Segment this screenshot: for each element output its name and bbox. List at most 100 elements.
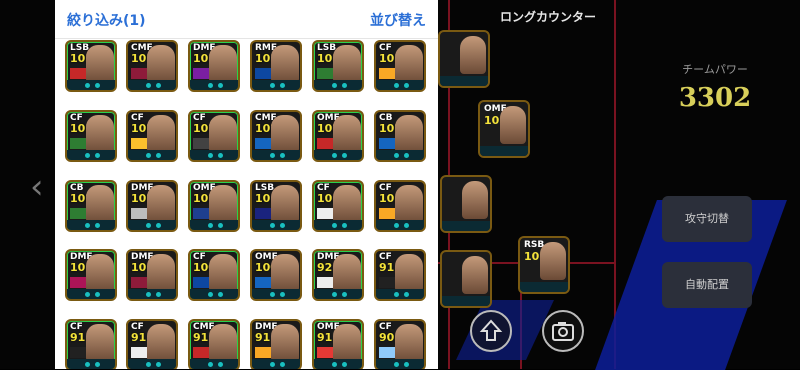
flag-icon: [131, 277, 147, 288]
card-skill-dots: [190, 359, 238, 369]
player-card[interactable]: CF 91: [126, 319, 178, 369]
card-skill-dots: [314, 80, 362, 90]
player-card[interactable]: CF 102: [188, 110, 240, 162]
flag-icon: [70, 138, 86, 149]
player-card[interactable]: OMF 102: [188, 180, 240, 232]
flag-icon: [317, 208, 333, 219]
player-portrait: [395, 115, 423, 153]
flag-icon: [131, 68, 147, 79]
player-portrait: [460, 36, 486, 74]
card-skill-dots: [376, 150, 424, 160]
player-card[interactable]: CB 102: [65, 180, 117, 232]
player-card[interactable]: OMF 102: [312, 110, 364, 162]
player-portrait: [86, 254, 114, 292]
player-card[interactable]: LSB 101: [250, 180, 302, 232]
attack-defense-button[interactable]: 攻守切替: [662, 196, 752, 242]
camera-icon[interactable]: [542, 310, 584, 352]
player-card[interactable]: CF 100: [188, 249, 240, 301]
arrow-up-circle-icon[interactable]: [470, 310, 512, 352]
card-skill-dots: [67, 150, 115, 160]
flag-icon: [193, 138, 209, 149]
card-skill-dots: [376, 359, 424, 369]
team-power-label: チームパワー: [682, 63, 748, 76]
player-rating: 92: [317, 261, 333, 274]
player-rating: 91: [379, 261, 395, 274]
formation-style-label: ロングカウンター: [500, 10, 597, 24]
card-skill-dots: [128, 359, 176, 369]
pitch-player-card[interactable]: [438, 30, 490, 88]
chevron-left-icon[interactable]: ‹: [30, 170, 44, 204]
flag-icon: [70, 208, 86, 219]
player-card[interactable]: DMF 102: [126, 180, 178, 232]
flag-icon: [70, 68, 86, 79]
card-skill-dots: [442, 296, 490, 306]
flag-icon: [379, 138, 395, 149]
flag-icon: [379, 68, 395, 79]
card-skill-dots: [314, 359, 362, 369]
player-card[interactable]: CMF 91: [188, 319, 240, 369]
flag-icon: [255, 277, 271, 288]
player-card[interactable]: DMF 91: [250, 319, 302, 369]
pitch-player-card[interactable]: RSB 105: [518, 236, 570, 294]
player-card[interactable]: RMF 103: [250, 40, 302, 92]
card-skill-dots: [128, 289, 176, 299]
player-card[interactable]: LSB 103: [65, 40, 117, 92]
player-card[interactable]: CF 102: [126, 110, 178, 162]
pitch-player-card[interactable]: OMF 103: [478, 100, 530, 158]
panel-header: 絞り込み(1) 並び替え: [55, 0, 438, 39]
card-skill-dots: [190, 150, 238, 160]
player-rating: 91: [193, 331, 209, 344]
card-skill-dots: [190, 289, 238, 299]
player-card[interactable]: DMF 103: [188, 40, 240, 92]
player-portrait: [333, 45, 361, 83]
player-card[interactable]: DMF 101: [65, 249, 117, 301]
player-portrait: [333, 185, 361, 223]
flag-icon: [317, 68, 333, 79]
player-portrait: [333, 254, 361, 292]
player-portrait: [209, 115, 237, 153]
player-card[interactable]: CF 103: [65, 110, 117, 162]
player-card[interactable]: OMF 91: [312, 319, 364, 369]
card-skill-dots: [480, 146, 528, 156]
player-card[interactable]: CMF 103: [126, 40, 178, 92]
card-skill-dots: [190, 220, 238, 230]
pitch-player-card[interactable]: [440, 250, 492, 308]
player-card[interactable]: CMF 102: [250, 110, 302, 162]
player-card[interactable]: OMF 100: [250, 249, 302, 301]
flag-icon: [379, 347, 395, 358]
player-rating: 91: [317, 331, 333, 344]
flag-icon: [317, 138, 333, 149]
player-card[interactable]: CF 101: [312, 180, 364, 232]
player-card[interactable]: CF 101: [374, 180, 426, 232]
player-portrait: [462, 181, 488, 219]
card-skill-dots: [67, 359, 115, 369]
player-card[interactable]: CF 91: [65, 319, 117, 369]
player-portrait: [86, 45, 114, 83]
flag-icon: [131, 208, 147, 219]
player-card[interactable]: CF 90: [374, 319, 426, 369]
player-card[interactable]: DMF 92: [312, 249, 364, 301]
card-skill-dots: [128, 150, 176, 160]
sort-button[interactable]: 並び替え: [370, 10, 426, 30]
flag-icon: [255, 208, 271, 219]
player-rating: 91: [70, 331, 86, 344]
filter-button[interactable]: 絞り込み(1): [67, 10, 146, 30]
player-portrait: [271, 115, 299, 153]
player-portrait: [209, 254, 237, 292]
flag-icon: [317, 347, 333, 358]
card-skill-dots: [252, 80, 300, 90]
flag-icon: [131, 138, 147, 149]
flag-icon: [255, 347, 271, 358]
player-portrait: [271, 324, 299, 362]
player-card[interactable]: LSB 103: [312, 40, 364, 92]
player-card[interactable]: DMF 101: [126, 249, 178, 301]
auto-arrange-button[interactable]: 自動配置: [662, 262, 752, 308]
flag-icon: [193, 277, 209, 288]
player-card[interactable]: CF 91: [374, 249, 426, 301]
player-card[interactable]: CF 103: [374, 40, 426, 92]
pitch-player-card[interactable]: [440, 175, 492, 233]
card-skill-dots: [442, 221, 490, 231]
player-card[interactable]: CB 102: [374, 110, 426, 162]
player-portrait: [333, 115, 361, 153]
flag-icon: [193, 68, 209, 79]
